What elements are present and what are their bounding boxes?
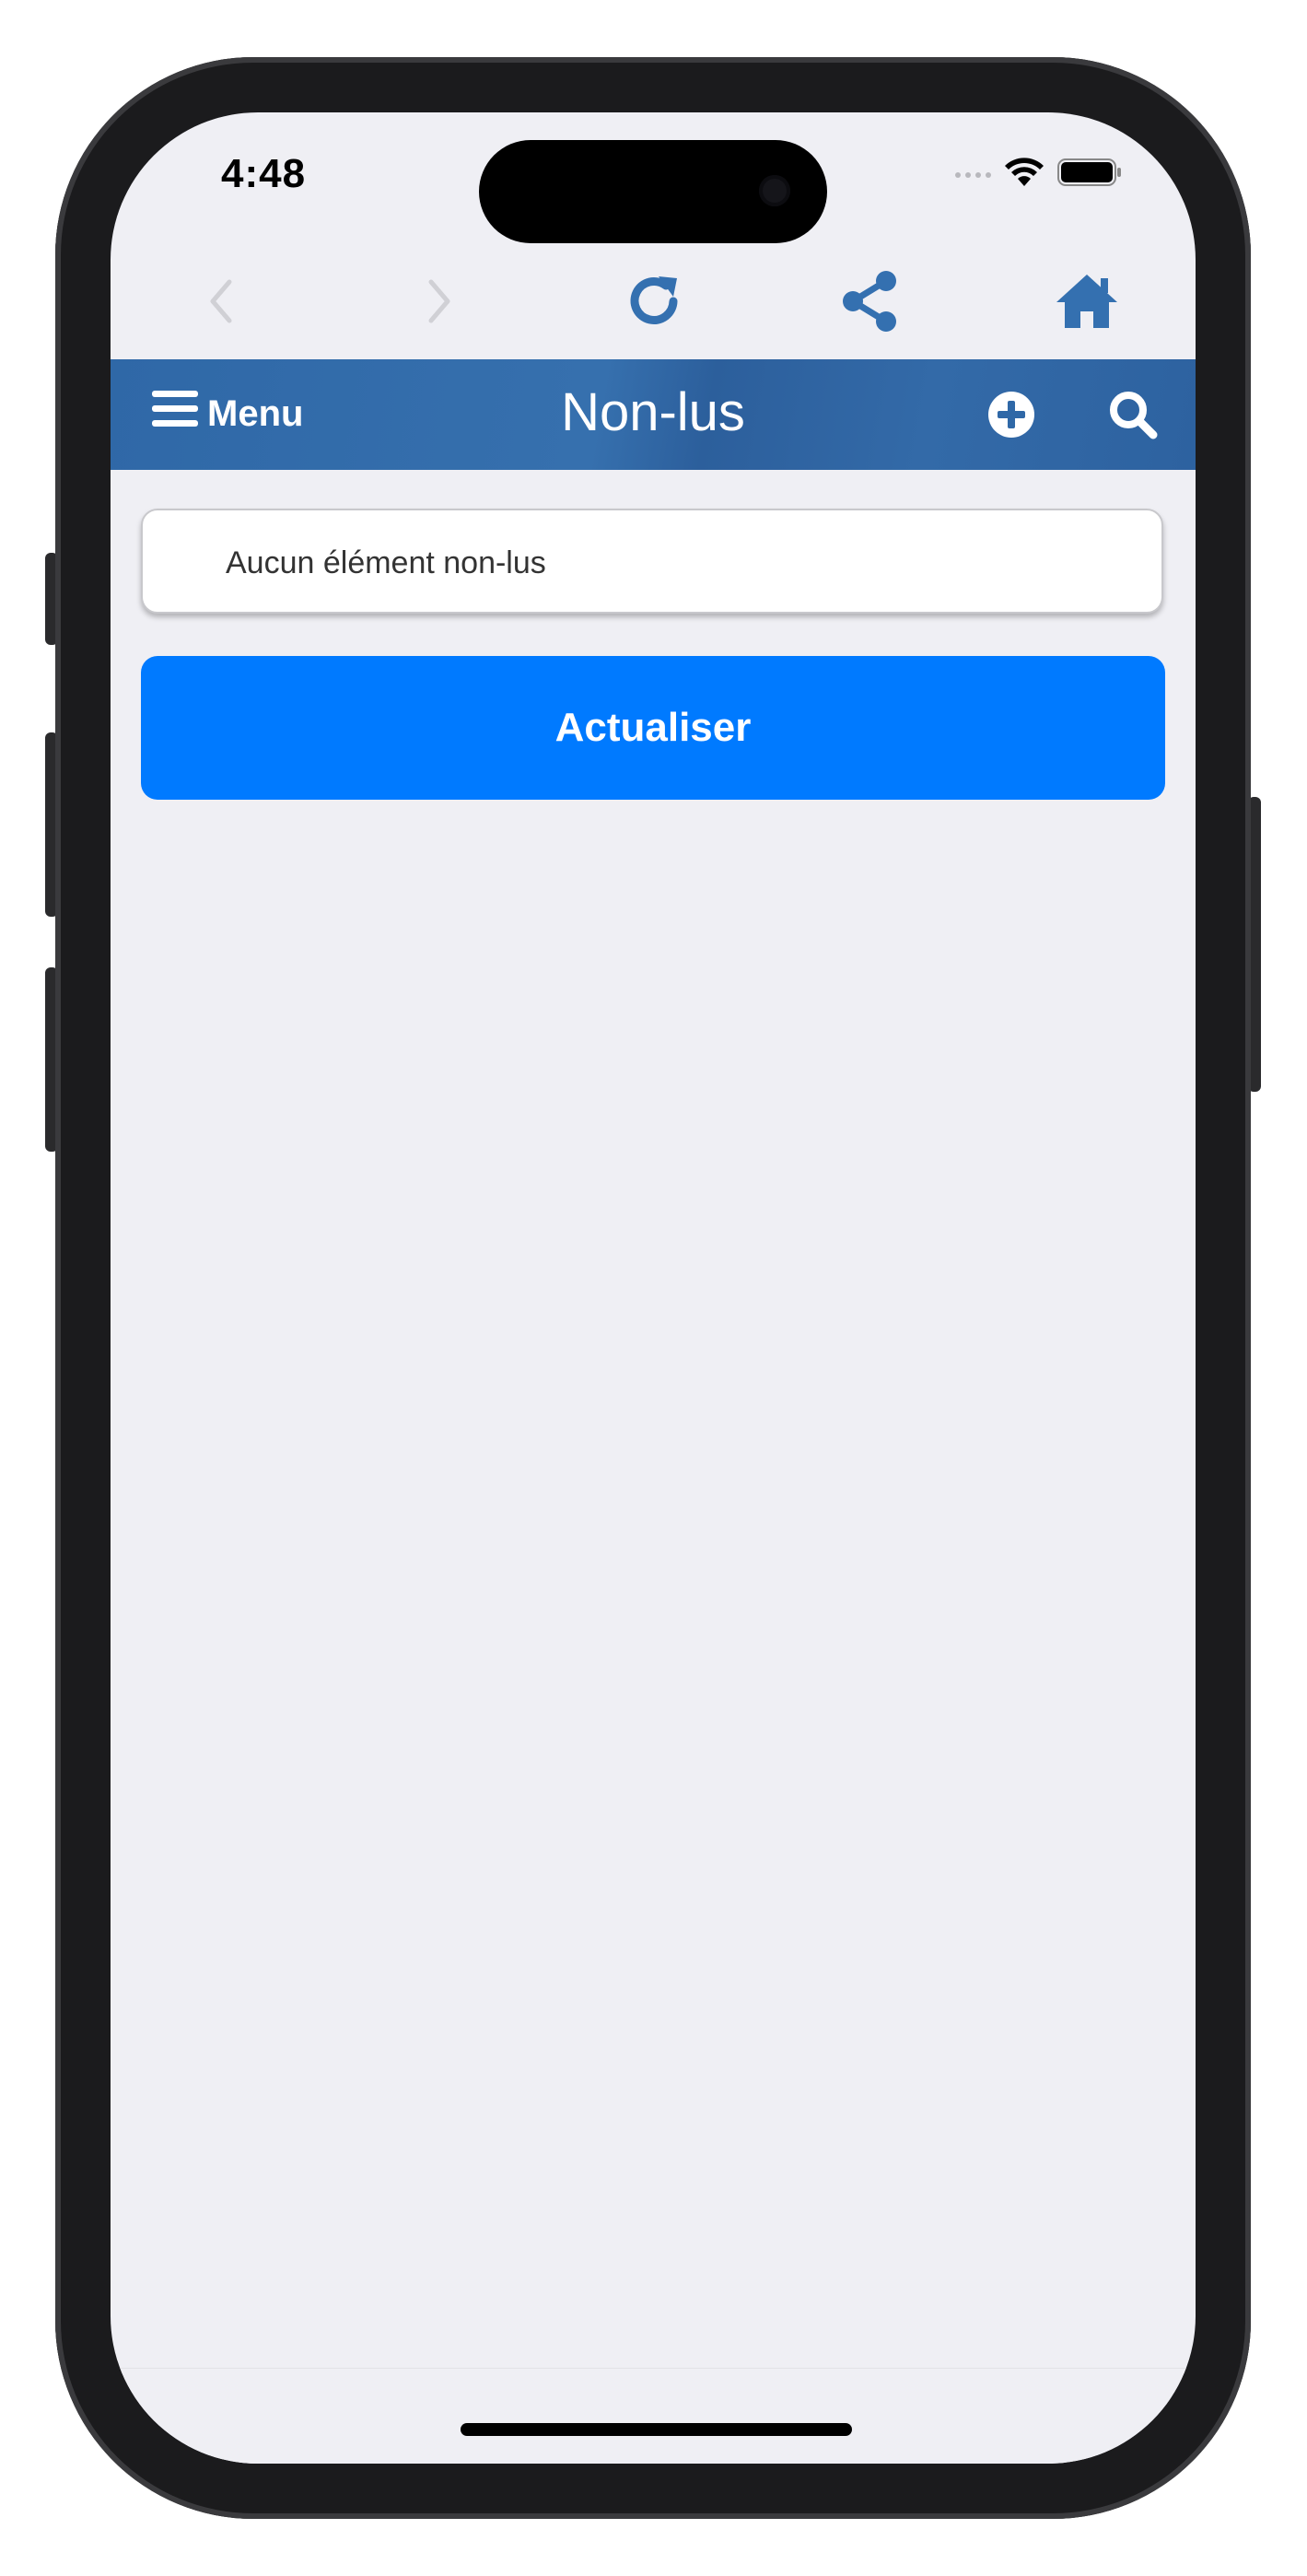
- home-indicator[interactable]: [461, 2423, 852, 2436]
- refresh-button[interactable]: Actualiser: [141, 656, 1165, 800]
- app-header: Menu Non-lus: [111, 359, 1196, 470]
- empty-state-message: Aucun élément non-lus: [226, 545, 546, 580]
- front-camera: [759, 175, 790, 206]
- cellular-signal-icon: [955, 171, 991, 178]
- share-icon[interactable]: [838, 269, 903, 334]
- phone-screen: 4:48 Menu Non-lus Aucun élément non-lus …: [111, 112, 1196, 2464]
- status-indicators: [955, 157, 1124, 193]
- home-icon[interactable]: [1055, 269, 1119, 334]
- battery-icon: [1057, 157, 1124, 193]
- dynamic-island: [479, 140, 827, 243]
- status-time: 4:48: [221, 151, 307, 196]
- bottom-safe-area: [111, 2368, 1196, 2464]
- back-chevron-icon[interactable]: [189, 269, 253, 334]
- browser-toolbar: [111, 246, 1196, 357]
- status-bar: 4:48: [111, 112, 1196, 243]
- forward-chevron-icon[interactable]: [407, 269, 472, 334]
- reload-icon[interactable]: [622, 269, 686, 334]
- plus-circle-icon[interactable]: [984, 387, 1039, 442]
- search-icon[interactable]: [1105, 387, 1161, 442]
- empty-state-box: Aucun élément non-lus: [141, 509, 1163, 614]
- wifi-icon: [1004, 157, 1044, 193]
